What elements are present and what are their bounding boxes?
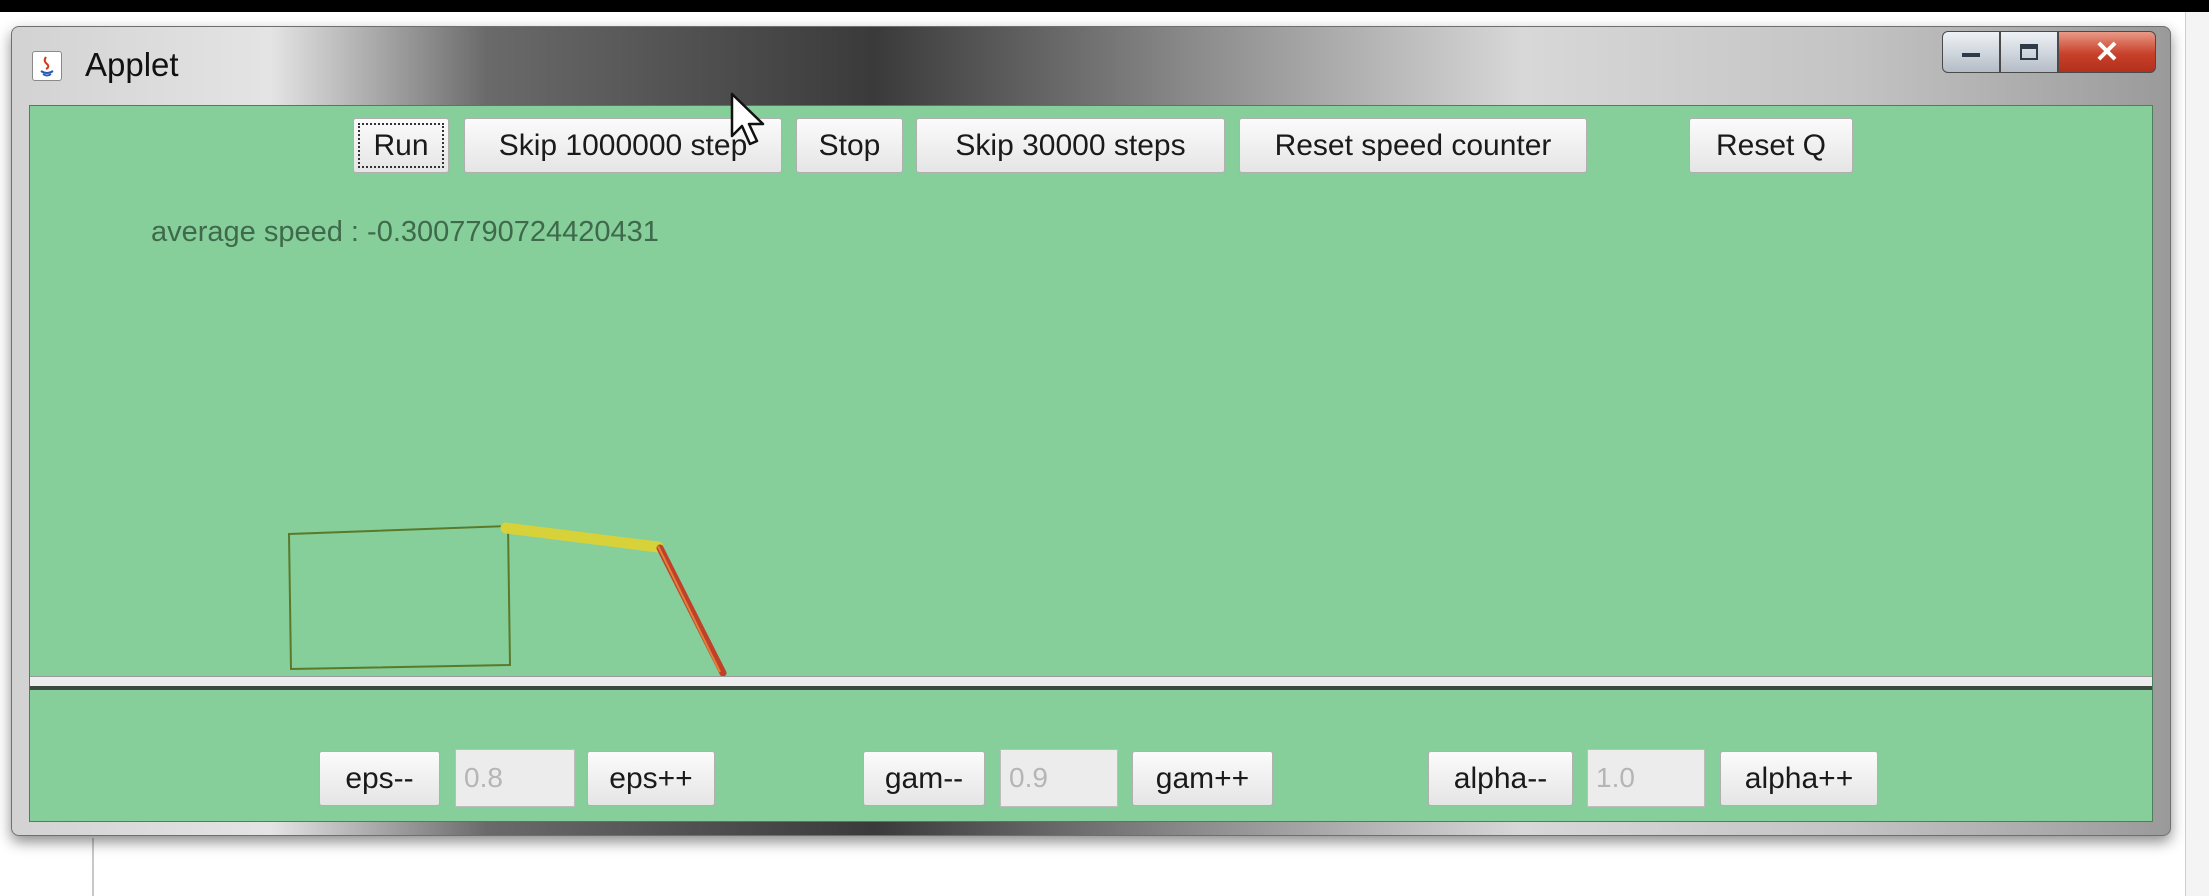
window-controls: ✕	[1942, 31, 2156, 73]
robot-arm-highlight	[657, 545, 721, 673]
mouse-cursor-icon	[730, 92, 765, 146]
minimize-button[interactable]	[1942, 31, 2000, 73]
eps-field[interactable]: 0.8	[455, 749, 575, 807]
robot-body	[287, 524, 512, 671]
robot-upper-arm	[500, 522, 664, 553]
crawler-robot	[287, 522, 727, 677]
title-bar[interactable]: Applet ✕	[12, 27, 2170, 103]
maximize-icon	[2020, 44, 2038, 60]
close-button[interactable]: ✕	[2058, 31, 2156, 73]
close-icon: ✕	[2094, 35, 2120, 69]
ground-line	[30, 686, 2152, 690]
gam-field[interactable]: 0.9	[1000, 749, 1118, 807]
java-icon	[32, 51, 62, 81]
robot-lower-arm	[656, 544, 727, 677]
background-divider	[92, 838, 94, 896]
alpha-increase-button[interactable]: alpha++	[1720, 751, 1878, 806]
alpha-field[interactable]: 1.0	[1587, 749, 1705, 807]
window-title: Applet	[85, 46, 179, 83]
background-window-edge	[2185, 12, 2209, 896]
gam-decrease-button[interactable]: gam--	[863, 751, 985, 806]
eps-decrease-button[interactable]: eps--	[319, 751, 440, 806]
applet-window: Applet ✕ Run Skip 1000000 step Stop Skip…	[11, 26, 2171, 836]
minimize-icon	[1962, 53, 1980, 57]
maximize-button[interactable]	[2000, 31, 2058, 73]
eps-increase-button[interactable]: eps++	[587, 751, 715, 806]
alpha-decrease-button[interactable]: alpha--	[1428, 751, 1573, 806]
screen-top-bar	[0, 0, 2209, 12]
applet-canvas[interactable]: Run Skip 1000000 step Stop Skip 30000 st…	[29, 105, 2153, 822]
gam-increase-button[interactable]: gam++	[1132, 751, 1273, 806]
